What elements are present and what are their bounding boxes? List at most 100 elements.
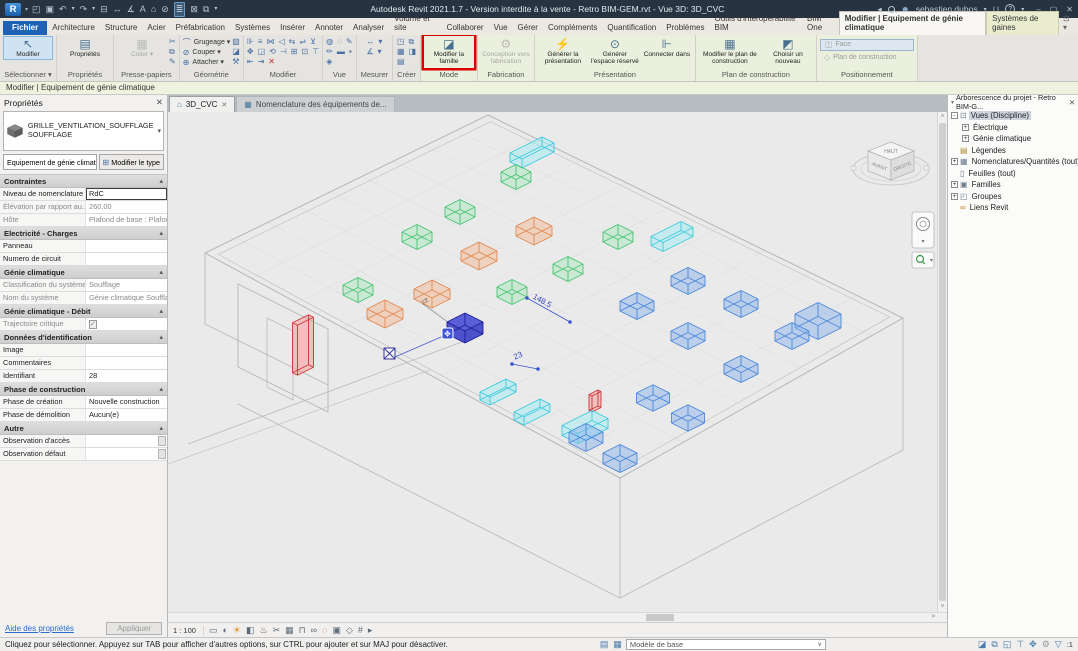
- crop-view-icon[interactable]: ✂: [273, 625, 281, 636]
- x-marker[interactable]: [384, 348, 395, 359]
- save-icon[interactable]: ▣: [46, 3, 55, 16]
- connect-into-button[interactable]: ⊩Connecter dans: [642, 36, 692, 60]
- match-type-icon[interactable]: ✎: [169, 58, 176, 66]
- properties-button[interactable]: ▤Propriétés: [60, 36, 110, 60]
- ribbon-panel-label-create[interactable]: Créer: [393, 70, 420, 81]
- cut-geometry-button[interactable]: ⊘Couper ▾: [183, 48, 231, 57]
- dim-icon[interactable]: ▪: [349, 48, 352, 56]
- show-crop-icon[interactable]: ▦: [285, 625, 294, 636]
- blue-grille-box[interactable]: [637, 385, 670, 412]
- property-value[interactable]: [86, 357, 167, 369]
- copy-icon[interactable]: ⧉: [169, 48, 176, 56]
- dimension-value[interactable]: 23: [512, 350, 524, 362]
- expand-icon[interactable]: +: [962, 124, 969, 131]
- split-face-icon[interactable]: ◪: [232, 48, 240, 56]
- render-icon[interactable]: ♨: [259, 625, 267, 636]
- split-icon[interactable]: ⇆: [289, 38, 296, 46]
- property-section-header[interactable]: Génie climatique - Débit▴: [0, 305, 167, 318]
- ribbon-tab-bim-one[interactable]: BIM One: [802, 12, 839, 35]
- select-pinned-icon[interactable]: ⊤: [1016, 639, 1024, 650]
- open-icon[interactable]: ◰: [32, 3, 41, 16]
- lock-3d-view-icon[interactable]: ⊓: [299, 625, 306, 636]
- orange-grille-box[interactable]: [516, 217, 552, 245]
- design-option-dropdown[interactable]: Modèle de base ∨: [626, 639, 826, 650]
- property-value[interactable]: [86, 240, 167, 252]
- trim-icon[interactable]: ⊣: [280, 48, 287, 56]
- property-value[interactable]: ✓: [86, 318, 167, 330]
- select-links-icon[interactable]: ⧉: [991, 639, 997, 650]
- section-icon[interactable]: ⊘: [161, 3, 169, 16]
- browser-item-g-nie-climatique[interactable]: +Génie climatique: [948, 133, 1078, 145]
- green-grille-box[interactable]: [343, 278, 373, 303]
- property-section-header[interactable]: Phase de construction▴: [0, 383, 167, 396]
- override-icon[interactable]: ✎: [346, 38, 353, 46]
- rotate-icon[interactable]: ⟲: [269, 48, 276, 56]
- measure-icon[interactable]: ↔: [113, 3, 122, 16]
- ribbon-panel-label-placement[interactable]: Positionnement: [817, 70, 917, 81]
- browser-close-icon[interactable]: ✕: [1069, 98, 1075, 107]
- vertical-scrollbar[interactable]: ˄ ˅: [937, 112, 947, 612]
- ribbon-tab-probl-mes[interactable]: Problèmes: [661, 21, 709, 35]
- displaced-elements-icon[interactable]: ◇: [346, 625, 353, 636]
- visibility-icon[interactable]: ◍: [326, 38, 333, 46]
- split-gap-icon[interactable]: ⇌: [299, 38, 306, 46]
- edit-workplane-button[interactable]: ▦Modifier le plan de construction: [699, 36, 761, 68]
- edit-type-button[interactable]: ⊞ Modifier le type: [99, 154, 164, 170]
- browser-item--lectrique[interactable]: +Électrique: [948, 122, 1078, 134]
- pick-new-plane-button[interactable]: ◩Choisir un nouveau: [763, 36, 813, 68]
- measure-length-icon[interactable]: ↔: [366, 38, 374, 46]
- property-value[interactable]: [86, 435, 167, 447]
- 3d-canvas[interactable]: ⇄✥148.523HAUTAVANTDROITE▾▾: [168, 112, 937, 612]
- blue-grille-box[interactable]: [672, 405, 705, 432]
- copy-move-icon[interactable]: ◲: [258, 48, 266, 56]
- red-grille-box[interactable]: [589, 390, 601, 412]
- create-assembly-icon[interactable]: ▦: [397, 48, 405, 56]
- section-pin-icon[interactable]: ▴: [159, 385, 163, 393]
- ribbon-tab-syst-mes[interactable]: Systèmes: [230, 21, 275, 35]
- displace-elements-icon[interactable]: ◈: [326, 58, 332, 66]
- view-tab-nomenclature-des-quipemen[interactable]: ▦Nomenclature des équipements de...: [236, 96, 394, 112]
- ribbon-tab-annoter[interactable]: Annoter: [310, 21, 348, 35]
- ribbon-panel-label-modify[interactable]: Modifier: [244, 70, 322, 81]
- ribbon-tab-syst-mes-de-gaines[interactable]: Systèmes de gaines: [986, 11, 1059, 35]
- sun-path-icon[interactable]: ☀: [233, 625, 241, 636]
- scroll-up-icon[interactable]: ˄: [938, 112, 947, 122]
- property-more-button[interactable]: [158, 436, 166, 446]
- checkbox-icon[interactable]: ✓: [89, 320, 97, 329]
- design-options-icon[interactable]: ▦: [613, 639, 622, 650]
- cut-profile-icon[interactable]: ▬: [337, 48, 345, 56]
- offset-right-icon[interactable]: ⇥: [258, 58, 265, 66]
- qat-customize-icon[interactable]: ▾: [214, 3, 217, 16]
- property-value[interactable]: Nouvelle construction: [86, 396, 167, 408]
- ribbon-tab-fichier[interactable]: Fichier: [3, 21, 47, 35]
- measure-dd-icon[interactable]: ▾: [378, 38, 382, 46]
- ribbon-panel-label-properties[interactable]: Propriétés: [57, 70, 113, 81]
- section-pin-icon[interactable]: ▴: [159, 177, 163, 185]
- type-dropdown-icon[interactable]: ▾: [157, 127, 161, 135]
- cyan-grille-box[interactable]: [651, 222, 693, 252]
- worksets-icon[interactable]: ▤: [600, 639, 609, 650]
- property-value[interactable]: Génie climatique Souffla...: [86, 292, 167, 304]
- property-more-button[interactable]: [158, 449, 166, 459]
- scale-icon[interactable]: ⊡: [302, 48, 309, 56]
- ribbon-panel-label-workplane[interactable]: Plan de construction: [696, 70, 816, 81]
- paint-icon[interactable]: ▧: [232, 38, 240, 46]
- search-icon[interactable]: [888, 6, 895, 13]
- horizontal-scroll-thumb[interactable]: [646, 614, 674, 621]
- temporary-hide-isolate-icon[interactable]: ∞: [311, 625, 317, 635]
- measure-dd2-icon[interactable]: ▾: [378, 48, 382, 56]
- property-value[interactable]: Plafond de base : Plafon...: [86, 214, 167, 226]
- browser-item-familles[interactable]: +▣Familles: [948, 179, 1078, 191]
- paste-button[interactable]: ▦Coller ▾: [117, 36, 167, 60]
- drag-on-selection-icon[interactable]: ✥: [1029, 639, 1037, 650]
- face-option[interactable]: ◫Face: [820, 39, 914, 51]
- join-button[interactable]: ⊕Attacher ▾: [183, 58, 231, 67]
- properties-help-link[interactable]: Aide des propriétés: [5, 624, 74, 633]
- blue-grille-box[interactable]: [724, 291, 758, 318]
- undo-icon[interactable]: ↶: [59, 3, 67, 16]
- browser-item-nomenclatures-quantit-s-t[interactable]: +▦Nomenclatures/Quantités (tout): [948, 156, 1078, 168]
- generate-layout-button[interactable]: ⚡Générer la présentation: [538, 36, 588, 68]
- property-value[interactable]: 28: [86, 370, 167, 382]
- property-value[interactable]: [86, 344, 167, 356]
- editable-only-icon[interactable]: ◪: [978, 639, 987, 650]
